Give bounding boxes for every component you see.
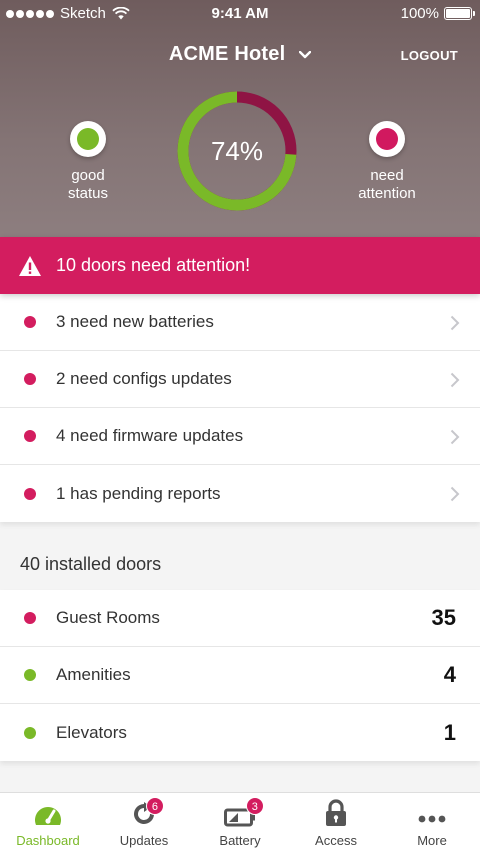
good-status-dot	[70, 121, 106, 157]
tab-access[interactable]: Access	[288, 793, 384, 854]
hotel-name: ACME Hotel	[168, 43, 286, 65]
doors-list: Guest Rooms 35 Amenities 4 Elevators 1	[0, 590, 480, 761]
dashboard-header: Sketch 9:41 AM 100% ACME Hotel LOGOUT go…	[0, 0, 480, 237]
list-item-label: 2 need configs updates	[56, 369, 232, 388]
status-bar: Sketch 9:41 AM 100%	[0, 0, 480, 28]
door-count: 35	[431, 605, 456, 630]
list-item-configs[interactable]: 2 need configs updates	[0, 351, 480, 408]
status-right: 100%	[400, 5, 475, 22]
chevron-right-icon	[450, 315, 460, 331]
need-attention-dot	[369, 121, 405, 157]
door-label: Elevators	[56, 722, 127, 742]
list-item-reports[interactable]: 1 has pending reports	[0, 465, 480, 522]
chevron-right-icon	[450, 429, 460, 445]
list-item-label: 1 has pending reports	[56, 483, 221, 503]
door-row-amenities[interactable]: Amenities 4	[0, 647, 480, 704]
good-dot	[24, 726, 36, 739]
tab-battery[interactable]: 3 Battery	[192, 793, 288, 854]
door-row-elevators[interactable]: Elevators 1	[0, 704, 480, 761]
good-status-label-line2: status	[67, 185, 109, 202]
attention-dot	[24, 612, 36, 624]
need-attention-indicator: need attention	[332, 121, 442, 203]
list-item-label: 3 need new batteries	[56, 312, 214, 331]
door-count: 1	[443, 719, 456, 745]
list-item-firmware[interactable]: 4 need firmware updates	[0, 408, 480, 465]
alert-text: 10 doors need attention!	[56, 255, 251, 275]
ring-percent: 74%	[210, 135, 264, 166]
attention-dot	[24, 316, 36, 328]
chevron-right-icon	[450, 486, 460, 502]
tab-label: Updates	[119, 833, 169, 848]
battery-percent: 100%	[400, 5, 439, 22]
status-battery-icon	[444, 7, 475, 20]
tab-updates[interactable]: 6 Updates	[96, 793, 192, 854]
tab-label: Dashboard	[16, 833, 80, 848]
door-label: Guest Rooms	[56, 608, 160, 627]
tab-bar: Dashboard 6 Updates 3 Battery Access Mor…	[0, 792, 480, 854]
issues-list: 3 need new batteries 2 need configs upda…	[0, 294, 480, 522]
lock-icon	[326, 799, 346, 826]
chevron-right-icon	[450, 372, 460, 388]
attention-alert-banner[interactable]: 10 doors need attention!	[0, 237, 480, 294]
battery-badge: 3	[245, 797, 264, 815]
list-item-label: 4 need firmware updates	[56, 426, 244, 445]
chevron-down-icon	[299, 50, 312, 58]
gauge-icon	[35, 807, 61, 825]
status-ring: 74%	[175, 89, 299, 213]
updates-badge: 6	[145, 797, 164, 815]
attention-dot	[24, 487, 36, 500]
good-dot	[24, 669, 36, 681]
good-status-indicator: good status	[33, 121, 143, 203]
list-item-batteries[interactable]: 3 need new batteries	[0, 294, 480, 351]
good-status-label-line1: good	[71, 167, 105, 184]
more-icon	[418, 815, 446, 823]
tab-label: Access	[315, 833, 357, 848]
attention-dot	[24, 373, 36, 385]
installed-doors-title: 40 installed doors	[20, 554, 162, 574]
need-attention-label-line2: attention	[358, 185, 416, 202]
tab-more[interactable]: More	[384, 793, 480, 854]
logout-button[interactable]: LOGOUT	[401, 48, 458, 63]
need-attention-label-line1: need	[370, 167, 404, 184]
attention-dot	[24, 430, 36, 442]
door-label: Amenities	[56, 665, 131, 684]
warning-icon	[18, 255, 42, 277]
door-count: 4	[443, 662, 456, 687]
tab-label: More	[417, 833, 447, 848]
tab-dashboard[interactable]: Dashboard	[0, 793, 96, 854]
tab-label: Battery	[219, 833, 261, 848]
door-row-guest-rooms[interactable]: Guest Rooms 35	[0, 590, 480, 647]
